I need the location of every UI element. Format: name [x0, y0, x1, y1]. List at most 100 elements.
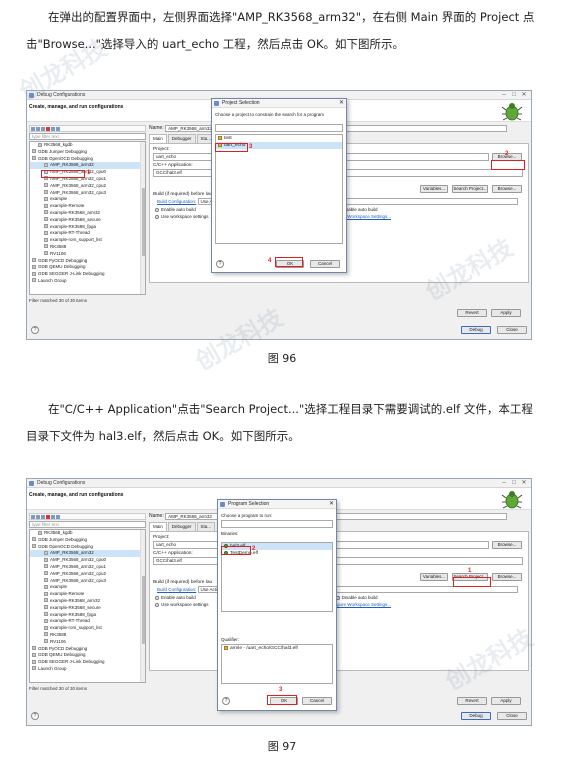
tree-item[interactable]: GDB SEGGER J-Link Debugging: [30, 271, 145, 278]
minimize-icon[interactable]: –: [499, 91, 509, 100]
tree-item[interactable]: example-rom_support_list: [30, 237, 145, 244]
tree-item[interactable]: example: [30, 196, 145, 203]
close-icon[interactable]: ✕: [519, 479, 529, 488]
tree-item[interactable]: GDB Jumper Debugging: [30, 537, 145, 544]
filter-input[interactable]: type filter text: [29, 521, 146, 528]
tree-item[interactable]: example-RK3568_secure: [30, 605, 145, 612]
tree-item[interactable]: AMP_RK3568_arm32_cpu3: [30, 578, 145, 585]
export-icon[interactable]: [41, 127, 45, 131]
tab-debugger[interactable]: Debugger: [167, 134, 196, 143]
duplicate-icon[interactable]: [36, 515, 40, 519]
tree-item[interactable]: example-Remote: [30, 203, 145, 210]
help-icon[interactable]: ?: [216, 260, 224, 268]
workspace-radio[interactable]: [155, 602, 159, 607]
tree-item[interactable]: GDB PyOCD Debugging: [30, 646, 145, 653]
tree-item[interactable]: GDB Jumper Debugging: [30, 149, 145, 156]
tab-main[interactable]: Main: [149, 522, 167, 531]
list-item[interactable]: armle - /uart_echo/GCC/hal3.elf: [222, 645, 332, 652]
debug-button[interactable]: Debug: [461, 712, 491, 720]
tree-item[interactable]: example-RK3588_fpga: [30, 224, 145, 231]
maximize-icon[interactable]: □: [509, 479, 519, 488]
filter-input[interactable]: type filter text: [29, 133, 146, 140]
close-icon[interactable]: ✕: [519, 91, 529, 100]
program-filter-input[interactable]: [221, 520, 333, 528]
tree-item[interactable]: RK3568_kgdb: [30, 142, 145, 149]
tree-item[interactable]: Launch Group: [30, 666, 145, 673]
tree-item[interactable]: RK3588: [30, 632, 145, 639]
collapse-icon[interactable]: [51, 127, 55, 131]
close-icon[interactable]: ✕: [339, 99, 344, 108]
list-item[interactable]: test: [216, 135, 342, 142]
cancel-button[interactable]: Cancel: [302, 697, 332, 705]
browse-button[interactable]: Browse...: [492, 541, 522, 549]
help-icon[interactable]: ?: [31, 712, 39, 720]
tree-item[interactable]: AMP_RK3568_arm32_cpu1: [30, 564, 145, 571]
debug-button[interactable]: Debug: [461, 326, 491, 334]
revert-button[interactable]: Revert: [457, 697, 487, 705]
tree-item[interactable]: example-RK3568_arm32: [30, 598, 145, 605]
tree-item[interactable]: RV1106: [30, 251, 145, 258]
tree-item[interactable]: example-Remote: [30, 591, 145, 598]
apply-button[interactable]: Apply: [491, 309, 521, 317]
revert-button[interactable]: Revert: [457, 309, 487, 317]
tree-item[interactable]: AMP_RK3568_arm32_cpu3: [30, 190, 145, 197]
tree-item-selected[interactable]: AMP_RK3568_arm32: [30, 162, 145, 170]
close-button[interactable]: Close: [497, 326, 527, 334]
tree-item[interactable]: RK3568_kgdb: [30, 530, 145, 537]
browse-app-button[interactable]: Browse...: [492, 185, 522, 193]
tree-item[interactable]: AMP_RK3568_arm32_cpu0: [30, 557, 145, 564]
tab-startup[interactable]: Sta...: [196, 522, 216, 531]
tree-item[interactable]: RV1106: [30, 639, 145, 646]
help-icon[interactable]: ?: [31, 326, 39, 334]
build-config-link[interactable]: Build Configuration:: [157, 587, 196, 592]
variables-button[interactable]: Variables...: [420, 185, 448, 193]
new-config-icon[interactable]: [31, 127, 35, 131]
tab-main[interactable]: Main: [149, 134, 167, 143]
duplicate-icon[interactable]: [36, 127, 40, 131]
tree-item[interactable]: GDB OpenOCD Debugging: [30, 544, 145, 551]
minimize-icon[interactable]: –: [499, 479, 509, 488]
tree-item[interactable]: GDB OpenOCD Debugging: [30, 156, 145, 163]
cancel-button[interactable]: Cancel: [310, 260, 340, 268]
tree-item[interactable]: example-rom_support_list: [30, 625, 145, 632]
enable-auto-radio[interactable]: [155, 595, 159, 600]
tree-item-selected[interactable]: AMP_RK3568_arm32: [30, 550, 145, 558]
new-config-icon[interactable]: [31, 515, 35, 519]
tree-item[interactable]: AMP_RK3568_arm32_cpu2: [30, 183, 145, 190]
close-button[interactable]: Close: [497, 712, 527, 720]
search-project-button[interactable]: Search Project...: [452, 185, 488, 193]
close-icon[interactable]: ✕: [329, 500, 334, 509]
tree-item[interactable]: example: [30, 584, 145, 591]
export-icon[interactable]: [41, 515, 45, 519]
tree-scrollbar[interactable]: [140, 142, 145, 294]
delete-icon[interactable]: [46, 515, 50, 519]
tree-item[interactable]: example-RK3568_arm32: [30, 210, 145, 217]
tree-item[interactable]: example-RT-Thread: [30, 618, 145, 625]
build-config-link[interactable]: Build Configuration:: [157, 199, 196, 204]
tree-item[interactable]: example-RT-Thread: [30, 230, 145, 237]
maximize-icon[interactable]: □: [509, 91, 519, 100]
browse-app-button[interactable]: Browse...: [492, 573, 522, 581]
tree-item[interactable]: GDB PyOCD Debugging: [30, 258, 145, 265]
tree-item[interactable]: GDB SEGGER J-Link Debugging: [30, 659, 145, 666]
tree-item[interactable]: RK3588: [30, 244, 145, 251]
apply-button[interactable]: Apply: [491, 697, 521, 705]
tree-item[interactable]: GDB QEMU Debugging: [30, 264, 145, 271]
workspace-radio[interactable]: [155, 214, 159, 219]
variables-button[interactable]: Variables...: [420, 573, 448, 581]
tree-item[interactable]: Launch Group: [30, 278, 145, 285]
help-icon[interactable]: ?: [222, 697, 230, 705]
tree-item[interactable]: GDB QEMU Debugging: [30, 652, 145, 659]
popup-filter-input[interactable]: [215, 124, 343, 132]
tree-item[interactable]: AMP_RK3568_arm32_cpu2: [30, 571, 145, 578]
tree-item[interactable]: example-RK3588_fpga: [30, 612, 145, 619]
app-field[interactable]: GCC/hal3.elf: [153, 557, 523, 565]
tree-item[interactable]: example-RK3568_secure: [30, 217, 145, 224]
filter-icon[interactable]: [56, 515, 60, 519]
delete-icon[interactable]: [46, 127, 50, 131]
filter-icon[interactable]: [56, 127, 60, 131]
enable-auto-radio[interactable]: [155, 207, 159, 212]
tab-debugger[interactable]: Debugger: [167, 522, 196, 531]
tree-scrollbar[interactable]: [140, 530, 145, 682]
collapse-icon[interactable]: [51, 515, 55, 519]
